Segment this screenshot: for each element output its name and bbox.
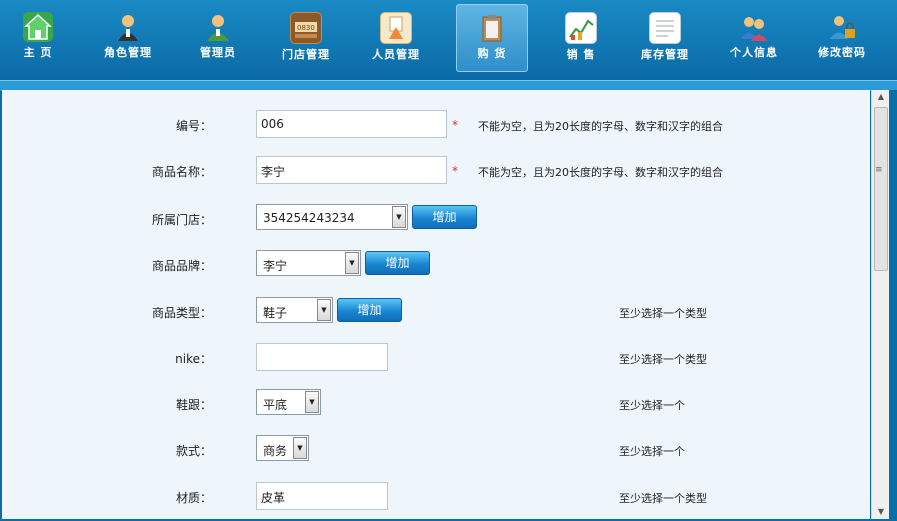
form-row-material: 材质： 皮革 至少选择一个类型 <box>2 482 862 512</box>
staff-folder-icon <box>380 12 412 44</box>
nav-staff-management[interactable]: 人员管理 <box>361 4 431 70</box>
code-input[interactable]: 006 <box>256 110 447 138</box>
nav-home[interactable]: 主 页 <box>3 4 73 70</box>
material-input[interactable]: 皮革 <box>256 482 388 510</box>
chevron-down-icon[interactable]: ▼ <box>317 299 331 321</box>
nav-label: 库存管理 <box>641 48 689 61</box>
nike-label: nike： <box>175 352 212 366</box>
required-mark: * <box>452 164 458 178</box>
name-label: 商品名称： <box>151 165 212 179</box>
brand-select[interactable]: 李宁 ▼ <box>256 250 361 276</box>
nav-label: 销 售 <box>566 48 596 61</box>
form-row-brand: 商品品牌： 李宁 ▼ 增加 <box>2 250 862 280</box>
form-row-nike: nike： 至少选择一个类型 <box>2 343 862 373</box>
scrollbar-thumb[interactable] <box>874 107 888 271</box>
brand-label: 商品品牌： <box>151 259 212 273</box>
nav-store-management[interactable]: 0830 门店管理 <box>271 4 341 70</box>
chevron-down-icon[interactable]: ▼ <box>345 252 359 274</box>
nav-change-password[interactable]: 修改密码 <box>807 4 877 70</box>
material-hint: 至少选择一个类型 <box>619 492 707 505</box>
home-icon <box>23 12 53 42</box>
code-hint: 不能为空，且为20长度的字母、数字和汉字的组合 <box>478 120 723 133</box>
chevron-down-icon[interactable]: ▼ <box>293 437 307 459</box>
nav-sales[interactable]: 销 售 <box>546 4 616 70</box>
people-icon <box>739 12 769 42</box>
material-label: 材质： <box>175 491 212 505</box>
form-row-heel: 鞋跟： 平底 ▼ 至少选择一个 <box>2 389 862 419</box>
style-select[interactable]: 商务 ▼ <box>256 435 309 461</box>
heel-label: 鞋跟： <box>175 398 212 412</box>
type-label: 商品类型： <box>151 306 212 320</box>
top-navigation: 主 页 角色管理 管理员 0830 门店管理 人员管理 购 货 销 售 库存管理… <box>0 0 897 80</box>
type-select-value: 鞋子 <box>263 306 288 320</box>
admin-user-icon <box>203 12 233 42</box>
form-row-code: 编号： 006 * 不能为空，且为20长度的字母、数字和汉字的组合 <box>2 110 862 140</box>
chevron-down-icon[interactable]: ▼ <box>392 206 406 228</box>
nav-label: 人员管理 <box>372 48 420 61</box>
svg-text:0830: 0830 <box>297 24 315 32</box>
scroll-down-arrow-icon[interactable]: ▼ <box>872 505 890 519</box>
brand-select-value: 李宁 <box>263 259 288 273</box>
nav-label: 门店管理 <box>282 48 330 61</box>
name-hint: 不能为空，且为20长度的字母、数字和汉字的组合 <box>478 166 723 179</box>
form-row-type: 商品类型： 鞋子 ▼ 增加 至少选择一个类型 <box>2 297 862 327</box>
store-label: 所属门店： <box>151 213 212 227</box>
password-lock-icon <box>827 12 857 42</box>
nav-personal-info[interactable]: 个人信息 <box>719 4 789 70</box>
role-user-icon <box>113 12 143 42</box>
nike-hint: 至少选择一个类型 <box>619 353 707 366</box>
scroll-up-arrow-icon[interactable]: ▲ <box>872 90 890 104</box>
style-label: 款式： <box>175 444 212 458</box>
nike-input[interactable] <box>256 343 388 371</box>
form-row-style: 款式： 商务 ▼ 至少选择一个 <box>2 435 862 465</box>
nav-label: 购 货 <box>477 47 507 60</box>
heel-select[interactable]: 平底 ▼ <box>256 389 321 415</box>
code-label: 编号： <box>175 119 212 133</box>
inventory-doc-icon <box>649 12 681 44</box>
nav-label: 管理员 <box>200 46 236 59</box>
purchase-clipboard-icon <box>477 13 507 43</box>
style-select-value: 商务 <box>263 444 288 458</box>
nav-purchase[interactable]: 购 货 <box>456 4 528 72</box>
purchase-form-panel: 编号： 006 * 不能为空，且为20长度的字母、数字和汉字的组合 商品名称： … <box>2 90 870 519</box>
store-select-value: 354254243234 <box>263 211 355 225</box>
required-mark: * <box>452 118 458 132</box>
nav-label: 个人信息 <box>730 46 778 59</box>
heel-hint: 至少选择一个 <box>619 399 685 412</box>
form-row-store: 所属门店： 354254243234 ▼ 增加 <box>2 204 862 234</box>
nav-label: 修改密码 <box>818 46 866 59</box>
add-type-button[interactable]: 增加 <box>337 298 402 322</box>
type-select[interactable]: 鞋子 ▼ <box>256 297 333 323</box>
add-store-button[interactable]: 增加 <box>412 205 477 229</box>
add-brand-button[interactable]: 增加 <box>365 251 430 275</box>
scroll-grip-icon: ≡ <box>875 165 883 175</box>
store-select[interactable]: 354254243234 ▼ <box>256 204 408 230</box>
vertical-scrollbar[interactable]: ▲ ≡ ▼ <box>871 90 890 519</box>
chevron-down-icon[interactable]: ▼ <box>305 391 319 413</box>
sales-chart-icon <box>565 12 597 44</box>
form-row-name: 商品名称： 李宁 * 不能为空，且为20长度的字母、数字和汉字的组合 <box>2 156 862 186</box>
frame-edge <box>889 90 897 521</box>
nav-admin[interactable]: 管理员 <box>183 4 253 70</box>
type-hint: 至少选择一个类型 <box>619 307 707 320</box>
store-icon: 0830 <box>290 12 322 44</box>
style-hint: 至少选择一个 <box>619 445 685 458</box>
nav-inventory-management[interactable]: 库存管理 <box>630 4 700 70</box>
nav-label: 角色管理 <box>104 46 152 59</box>
heel-select-value: 平底 <box>263 398 288 412</box>
nav-label: 主 页 <box>23 46 53 59</box>
nav-role-management[interactable]: 角色管理 <box>93 4 163 70</box>
name-input[interactable]: 李宁 <box>256 156 447 184</box>
